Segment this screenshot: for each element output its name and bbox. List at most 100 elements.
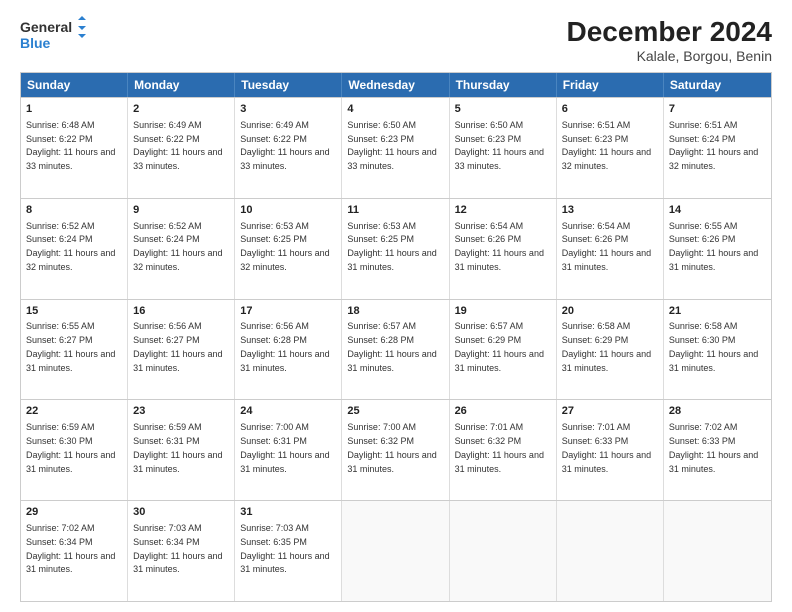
calendar-cell: 25 Sunrise: 7:00 AMSunset: 6:32 PMDaylig… [342,400,449,500]
day-number: 17 [240,304,336,319]
day-number: 14 [669,203,766,218]
day-number: 30 [133,505,229,520]
day-number: 5 [455,102,551,117]
svg-text:General: General [20,19,72,35]
calendar-cell: 20 Sunrise: 6:58 AMSunset: 6:29 PMDaylig… [557,300,664,400]
calendar-cell: 2 Sunrise: 6:49 AMSunset: 6:22 PMDayligh… [128,98,235,198]
cell-text: Sunrise: 6:51 AMSunset: 6:24 PMDaylight:… [669,120,758,171]
calendar-cell: 21 Sunrise: 6:58 AMSunset: 6:30 PMDaylig… [664,300,771,400]
calendar-cell: 23 Sunrise: 6:59 AMSunset: 6:31 PMDaylig… [128,400,235,500]
calendar-cell: 17 Sunrise: 6:56 AMSunset: 6:28 PMDaylig… [235,300,342,400]
week-row-1: 1 Sunrise: 6:48 AMSunset: 6:22 PMDayligh… [21,97,771,198]
week-row-3: 15 Sunrise: 6:55 AMSunset: 6:27 PMDaylig… [21,299,771,400]
calendar-cell: 13 Sunrise: 6:54 AMSunset: 6:26 PMDaylig… [557,199,664,299]
calendar-cell [342,501,449,601]
col-thursday: Thursday [450,73,557,97]
calendar-cell: 7 Sunrise: 6:51 AMSunset: 6:24 PMDayligh… [664,98,771,198]
calendar-cell: 22 Sunrise: 6:59 AMSunset: 6:30 PMDaylig… [21,400,128,500]
calendar-cell: 4 Sunrise: 6:50 AMSunset: 6:23 PMDayligh… [342,98,449,198]
calendar-cell: 28 Sunrise: 7:02 AMSunset: 6:33 PMDaylig… [664,400,771,500]
calendar-cell [450,501,557,601]
cell-text: Sunrise: 6:54 AMSunset: 6:26 PMDaylight:… [455,221,544,272]
day-number: 16 [133,304,229,319]
day-number: 10 [240,203,336,218]
cell-text: Sunrise: 7:01 AMSunset: 6:32 PMDaylight:… [455,422,544,473]
cell-text: Sunrise: 6:48 AMSunset: 6:22 PMDaylight:… [26,120,115,171]
day-number: 3 [240,102,336,117]
page: General Blue December 2024 Kalale, Borgo… [0,0,792,612]
cell-text: Sunrise: 7:01 AMSunset: 6:33 PMDaylight:… [562,422,651,473]
day-number: 7 [669,102,766,117]
calendar-cell: 3 Sunrise: 6:49 AMSunset: 6:22 PMDayligh… [235,98,342,198]
day-number: 9 [133,203,229,218]
header: General Blue December 2024 Kalale, Borgo… [20,16,772,64]
day-number: 28 [669,404,766,419]
calendar: Sunday Monday Tuesday Wednesday Thursday… [20,72,772,602]
day-number: 15 [26,304,122,319]
day-number: 27 [562,404,658,419]
title-block: December 2024 Kalale, Borgou, Benin [567,16,772,64]
calendar-cell: 18 Sunrise: 6:57 AMSunset: 6:28 PMDaylig… [342,300,449,400]
cell-text: Sunrise: 7:02 AMSunset: 6:33 PMDaylight:… [669,422,758,473]
cell-text: Sunrise: 6:56 AMSunset: 6:28 PMDaylight:… [240,321,329,372]
col-sunday: Sunday [21,73,128,97]
calendar-cell [664,501,771,601]
day-number: 13 [562,203,658,218]
day-number: 19 [455,304,551,319]
calendar-cell: 11 Sunrise: 6:53 AMSunset: 6:25 PMDaylig… [342,199,449,299]
cell-text: Sunrise: 6:50 AMSunset: 6:23 PMDaylight:… [455,120,544,171]
main-title: December 2024 [567,16,772,48]
cell-text: Sunrise: 6:57 AMSunset: 6:28 PMDaylight:… [347,321,436,372]
cell-text: Sunrise: 6:50 AMSunset: 6:23 PMDaylight:… [347,120,436,171]
calendar-header-row: Sunday Monday Tuesday Wednesday Thursday… [21,73,771,97]
calendar-cell: 27 Sunrise: 7:01 AMSunset: 6:33 PMDaylig… [557,400,664,500]
calendar-cell: 26 Sunrise: 7:01 AMSunset: 6:32 PMDaylig… [450,400,557,500]
logo-svg: General Blue [20,16,90,52]
day-number: 1 [26,102,122,117]
subtitle: Kalale, Borgou, Benin [567,48,772,64]
day-number: 6 [562,102,658,117]
cell-text: Sunrise: 6:58 AMSunset: 6:29 PMDaylight:… [562,321,651,372]
week-row-2: 8 Sunrise: 6:52 AMSunset: 6:24 PMDayligh… [21,198,771,299]
logo: General Blue [20,16,90,52]
day-number: 12 [455,203,551,218]
col-monday: Monday [128,73,235,97]
calendar-cell: 8 Sunrise: 6:52 AMSunset: 6:24 PMDayligh… [21,199,128,299]
calendar-cell: 15 Sunrise: 6:55 AMSunset: 6:27 PMDaylig… [21,300,128,400]
col-tuesday: Tuesday [235,73,342,97]
calendar-cell: 1 Sunrise: 6:48 AMSunset: 6:22 PMDayligh… [21,98,128,198]
calendar-cell: 30 Sunrise: 7:03 AMSunset: 6:34 PMDaylig… [128,501,235,601]
calendar-cell: 10 Sunrise: 6:53 AMSunset: 6:25 PMDaylig… [235,199,342,299]
day-number: 22 [26,404,122,419]
day-number: 18 [347,304,443,319]
calendar-cell: 12 Sunrise: 6:54 AMSunset: 6:26 PMDaylig… [450,199,557,299]
col-friday: Friday [557,73,664,97]
cell-text: Sunrise: 7:02 AMSunset: 6:34 PMDaylight:… [26,523,115,574]
cell-text: Sunrise: 6:56 AMSunset: 6:27 PMDaylight:… [133,321,222,372]
calendar-cell: 6 Sunrise: 6:51 AMSunset: 6:23 PMDayligh… [557,98,664,198]
cell-text: Sunrise: 6:59 AMSunset: 6:30 PMDaylight:… [26,422,115,473]
day-number: 23 [133,404,229,419]
cell-text: Sunrise: 6:58 AMSunset: 6:30 PMDaylight:… [669,321,758,372]
cell-text: Sunrise: 6:53 AMSunset: 6:25 PMDaylight:… [240,221,329,272]
cell-text: Sunrise: 6:49 AMSunset: 6:22 PMDaylight:… [240,120,329,171]
calendar-cell: 19 Sunrise: 6:57 AMSunset: 6:29 PMDaylig… [450,300,557,400]
day-number: 2 [133,102,229,117]
day-number: 26 [455,404,551,419]
day-number: 20 [562,304,658,319]
week-row-4: 22 Sunrise: 6:59 AMSunset: 6:30 PMDaylig… [21,399,771,500]
cell-text: Sunrise: 6:55 AMSunset: 6:27 PMDaylight:… [26,321,115,372]
cell-text: Sunrise: 6:49 AMSunset: 6:22 PMDaylight:… [133,120,222,171]
cell-text: Sunrise: 6:53 AMSunset: 6:25 PMDaylight:… [347,221,436,272]
cell-text: Sunrise: 7:03 AMSunset: 6:34 PMDaylight:… [133,523,222,574]
col-wednesday: Wednesday [342,73,449,97]
col-saturday: Saturday [664,73,771,97]
cell-text: Sunrise: 6:59 AMSunset: 6:31 PMDaylight:… [133,422,222,473]
calendar-cell [557,501,664,601]
calendar-cell: 24 Sunrise: 7:00 AMSunset: 6:31 PMDaylig… [235,400,342,500]
svg-text:Blue: Blue [20,35,51,51]
calendar-cell: 9 Sunrise: 6:52 AMSunset: 6:24 PMDayligh… [128,199,235,299]
calendar-cell: 31 Sunrise: 7:03 AMSunset: 6:35 PMDaylig… [235,501,342,601]
calendar-cell: 14 Sunrise: 6:55 AMSunset: 6:26 PMDaylig… [664,199,771,299]
day-number: 24 [240,404,336,419]
